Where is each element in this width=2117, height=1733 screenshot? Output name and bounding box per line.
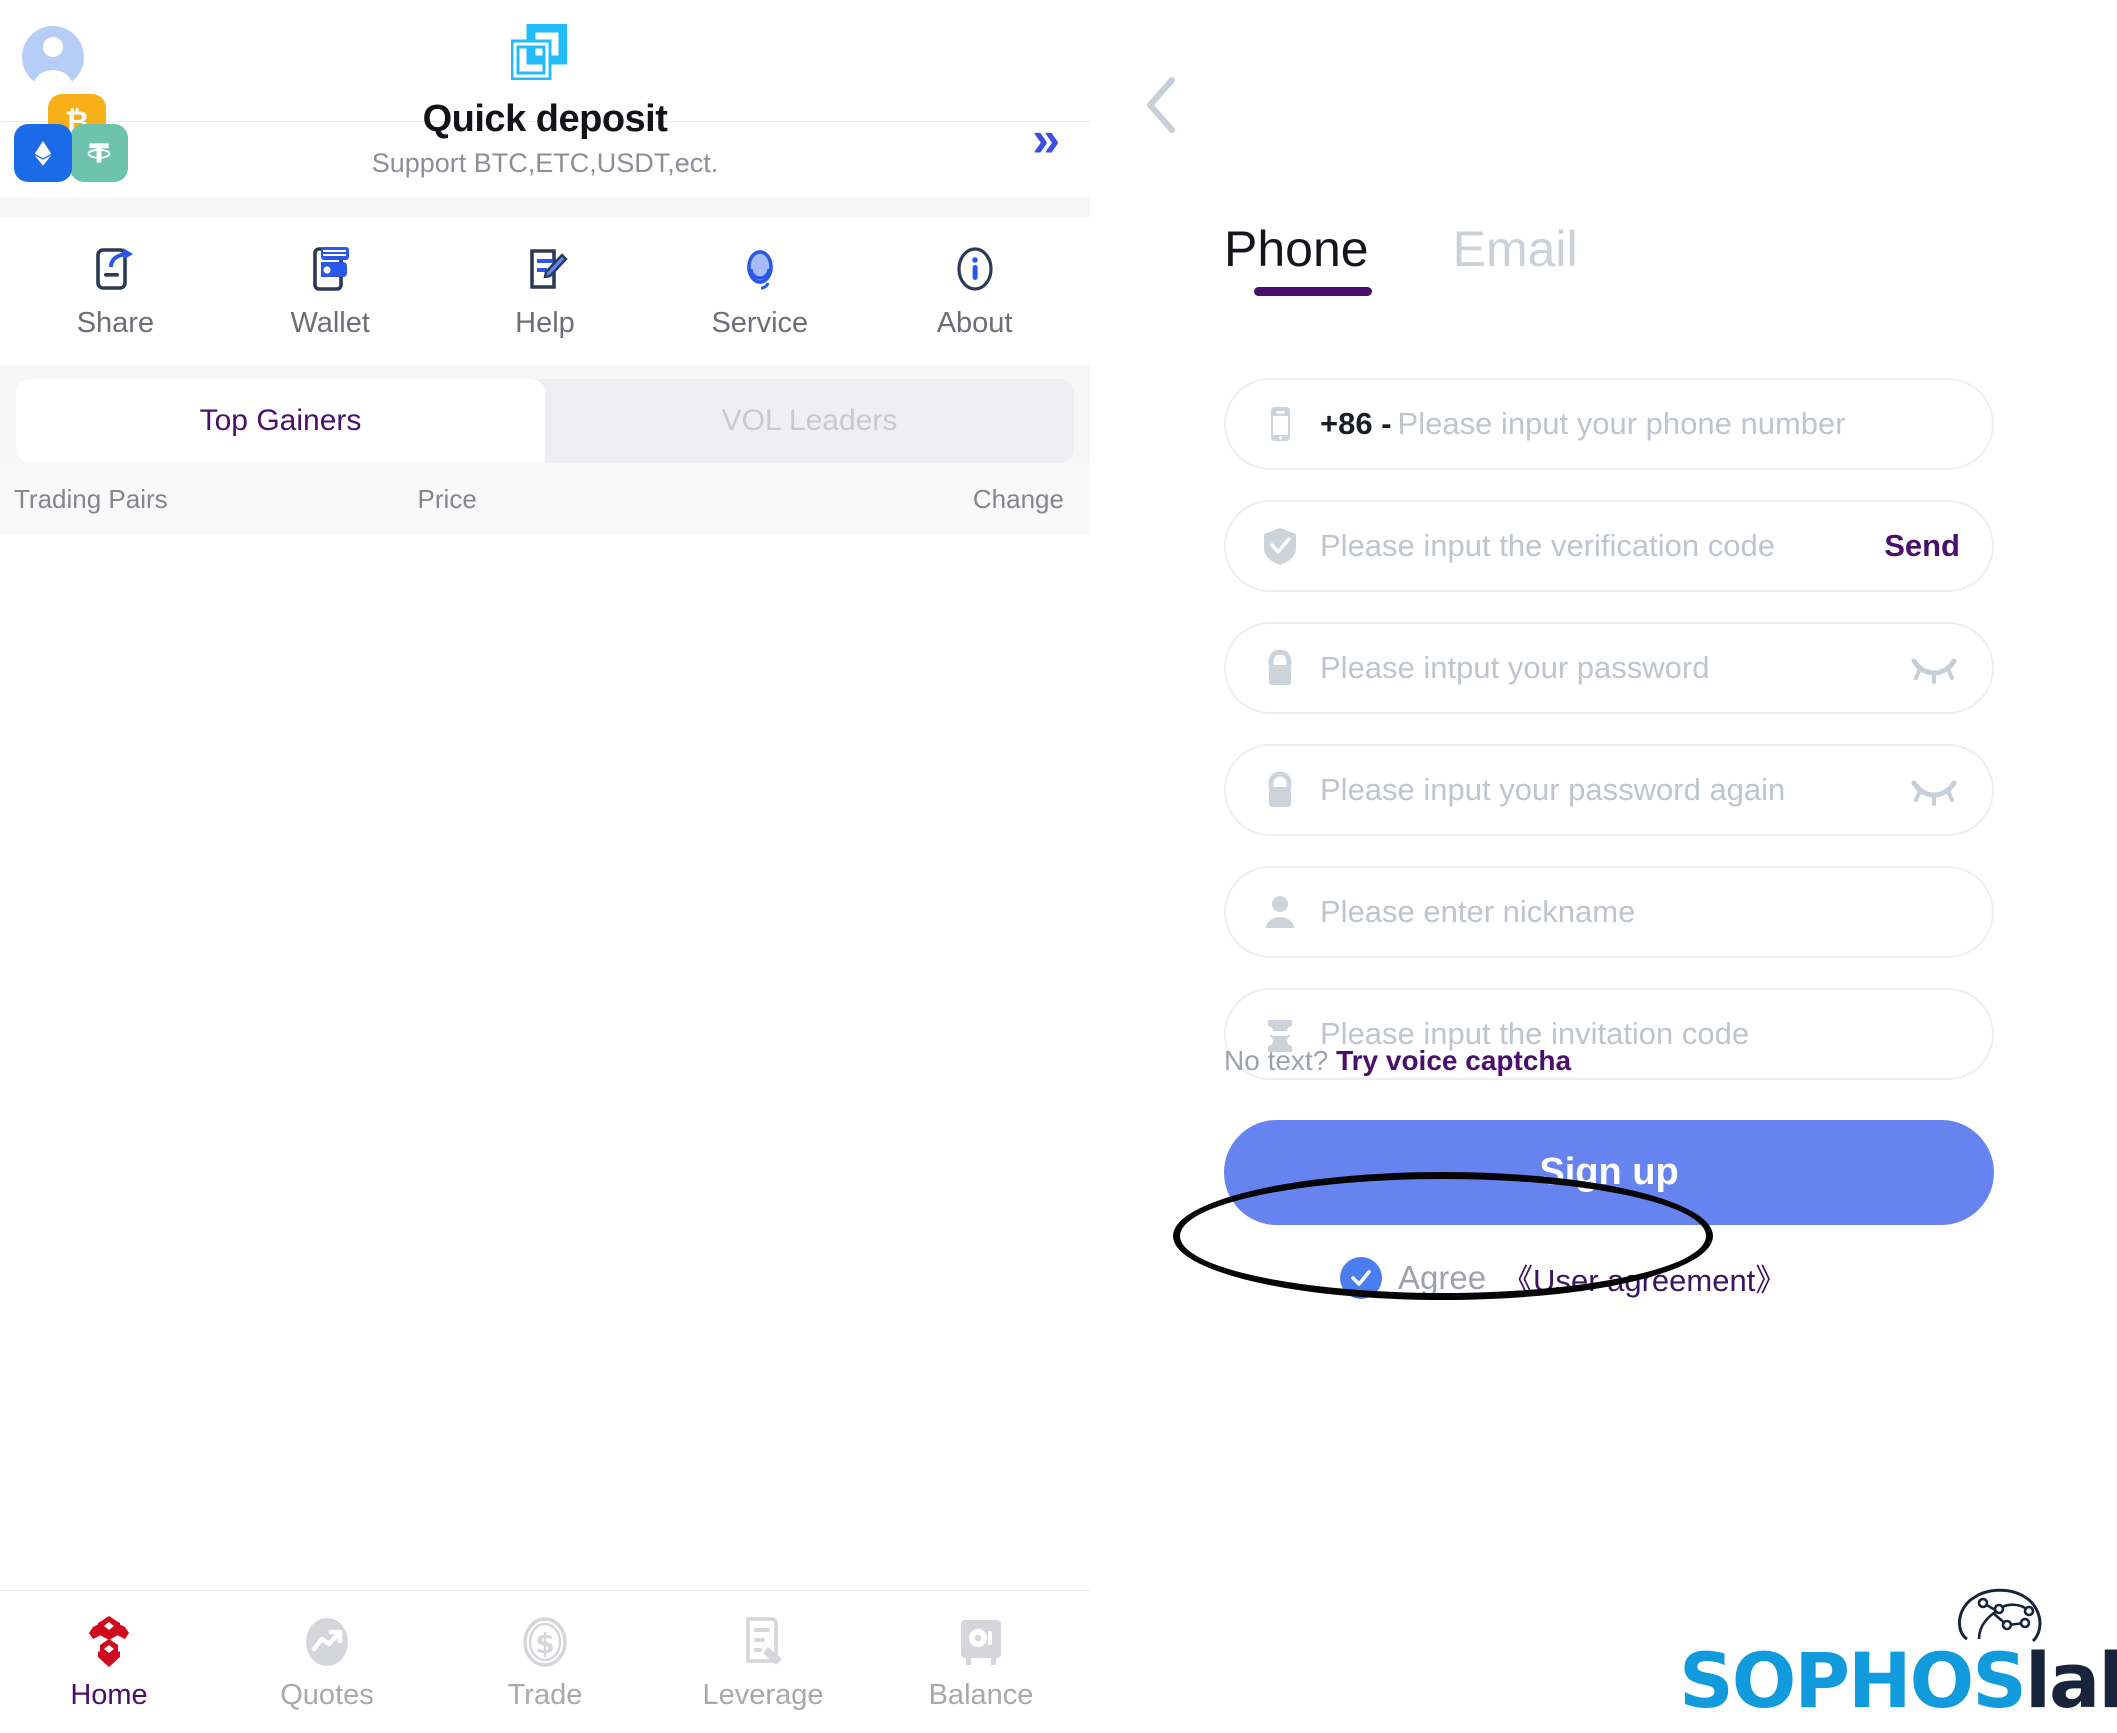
- hexagon-logo-icon: [80, 1613, 138, 1671]
- document-coins-icon: [734, 1613, 792, 1671]
- trend-chart-icon: [298, 1613, 356, 1671]
- nickname-field[interactable]: Please enter nickname: [1224, 866, 1994, 958]
- phone-number-placeholder: Please input your phone number: [1397, 406, 1846, 441]
- lock-icon: [1258, 768, 1302, 812]
- exchange-app-panel: ₿ Quick deposit Support BTC,ETC,USDT,ect…: [0, 0, 1090, 1733]
- tab-phone[interactable]: Phone: [1224, 220, 1372, 296]
- column-header-price: Price: [417, 483, 477, 514]
- phone-number-field[interactable]: +86 - Please input your phone number: [1224, 378, 1994, 470]
- menu-label: Service: [711, 306, 809, 339]
- help-icon: [519, 243, 571, 295]
- sophos-word: SOPHOS: [1679, 1636, 2027, 1725]
- nav-item-leverage[interactable]: Leverage: [654, 1613, 872, 1712]
- password-field[interactable]: Please intput your password: [1224, 622, 1994, 714]
- voice-captcha-row: No text? Try voice captcha: [1224, 1045, 1571, 1077]
- svg-text:$: $: [535, 1627, 554, 1660]
- voice-captcha-prefix: No text?: [1224, 1045, 1329, 1076]
- avatar[interactable]: [22, 26, 84, 88]
- screenshot-root: ₿ Quick deposit Support BTC,ETC,USDT,ect…: [0, 0, 2117, 1733]
- eye-off-icon[interactable]: [1908, 651, 1960, 685]
- menu-label: Wallet: [290, 306, 370, 339]
- verification-code-placeholder: Please input the verification code: [1320, 528, 1775, 563]
- nav-item-quotes[interactable]: Quotes: [218, 1613, 436, 1712]
- bottom-navigation: Home Quotes $ Trade Leverage Balance: [0, 1590, 1090, 1733]
- menu-item-about[interactable]: About: [867, 243, 1082, 340]
- agree-checkbox[interactable]: [1340, 1256, 1382, 1299]
- signup-panel: Phone Email +86 - Please input your phon…: [1090, 0, 2117, 1733]
- password-confirm-field[interactable]: Please input your password again: [1224, 744, 1994, 836]
- person-icon: [1258, 890, 1302, 934]
- sophoslabs-wordmark: SOPHOSlabs: [1679, 1636, 2117, 1725]
- nav-label: Leverage: [702, 1678, 824, 1711]
- verification-code-field[interactable]: Please input the verification code Send: [1224, 500, 1994, 592]
- menu-item-help[interactable]: Help: [438, 243, 653, 340]
- voice-captcha-link[interactable]: Try voice captcha: [1336, 1045, 1571, 1076]
- sign-up-button[interactable]: Sign up: [1224, 1120, 1994, 1225]
- menu-item-wallet[interactable]: Wallet: [223, 243, 438, 340]
- quick-deposit-title: Quick deposit: [422, 98, 668, 140]
- tether-icon: [70, 124, 128, 182]
- eye-off-icon[interactable]: [1908, 773, 1960, 807]
- headset-icon: [734, 243, 786, 295]
- password-confirm-placeholder: Please input your password again: [1320, 772, 1786, 807]
- labs-word: labs: [2025, 1636, 2117, 1725]
- auth-method-tabs: Phone Email: [1224, 220, 1578, 296]
- user-agreement-link[interactable]: 《User agreement》: [1502, 1255, 1786, 1300]
- section-divider: [0, 197, 1090, 217]
- column-header-pairs: Trading Pairs: [14, 483, 168, 514]
- info-icon: [949, 243, 1001, 295]
- password-placeholder: Please intput your password: [1320, 650, 1710, 685]
- signup-form: +86 - Please input your phone number Ple…: [1224, 378, 1994, 1110]
- agreement-row: Agree 《User agreement》: [1340, 1255, 1786, 1300]
- nav-label: Quotes: [280, 1678, 374, 1711]
- shield-check-icon: [1258, 524, 1302, 568]
- menu-item-share[interactable]: Share: [8, 243, 223, 340]
- nav-label: Home: [70, 1678, 148, 1711]
- menu-label: Help: [515, 306, 575, 339]
- quick-deposit-banner[interactable]: ₿ Quick deposit Support BTC,ETC,USDT,ect…: [0, 94, 1090, 197]
- nav-label: Trade: [507, 1678, 583, 1711]
- lock-icon: [1258, 646, 1302, 690]
- tab-top-gainers[interactable]: Top Gainers: [16, 379, 545, 463]
- dollar-coin-icon: $: [516, 1613, 574, 1671]
- nickname-placeholder: Please enter nickname: [1320, 894, 1636, 929]
- mobile-phone-icon: [1258, 402, 1302, 446]
- tab-email[interactable]: Email: [1453, 220, 1578, 296]
- nav-item-trade[interactable]: $ Trade: [436, 1613, 654, 1712]
- nav-item-balance[interactable]: Balance: [872, 1613, 1090, 1712]
- tab-vol-leaders[interactable]: VOL Leaders: [545, 379, 1074, 463]
- agree-label: Agree: [1398, 1258, 1487, 1296]
- send-code-button[interactable]: Send: [1884, 528, 1960, 564]
- ethereum-icon: [14, 124, 72, 182]
- chevron-left-icon[interactable]: [1142, 75, 1182, 135]
- menu-label: Share: [76, 306, 155, 339]
- quick-menu-row: Share Wallet Help Service About: [0, 217, 1090, 365]
- market-tabs-container: Top Gainers VOL Leaders: [0, 365, 1090, 463]
- quick-deposit-subtitle: Support BTC,ETC,USDT,ect.: [371, 148, 719, 178]
- share-icon: [89, 243, 141, 295]
- menu-item-service[interactable]: Service: [652, 243, 867, 340]
- wallet-icon: [304, 243, 356, 295]
- sophoslabs-watermark: SOPHOSlabs: [1679, 1588, 2117, 1729]
- market-table-header: Trading Pairs Price Change: [0, 463, 1090, 535]
- country-code-prefix[interactable]: +86 -: [1320, 406, 1392, 442]
- column-header-change: Change: [972, 483, 1064, 514]
- chevron-double-right-icon[interactable]: »: [1032, 114, 1060, 164]
- market-tabs: Top Gainers VOL Leaders: [16, 379, 1074, 463]
- nav-label: Balance: [928, 1678, 1034, 1711]
- safe-vault-icon: [952, 1613, 1010, 1671]
- nav-item-home[interactable]: Home: [0, 1613, 218, 1712]
- app-logo-icon: [510, 23, 568, 81]
- menu-label: About: [936, 306, 1013, 339]
